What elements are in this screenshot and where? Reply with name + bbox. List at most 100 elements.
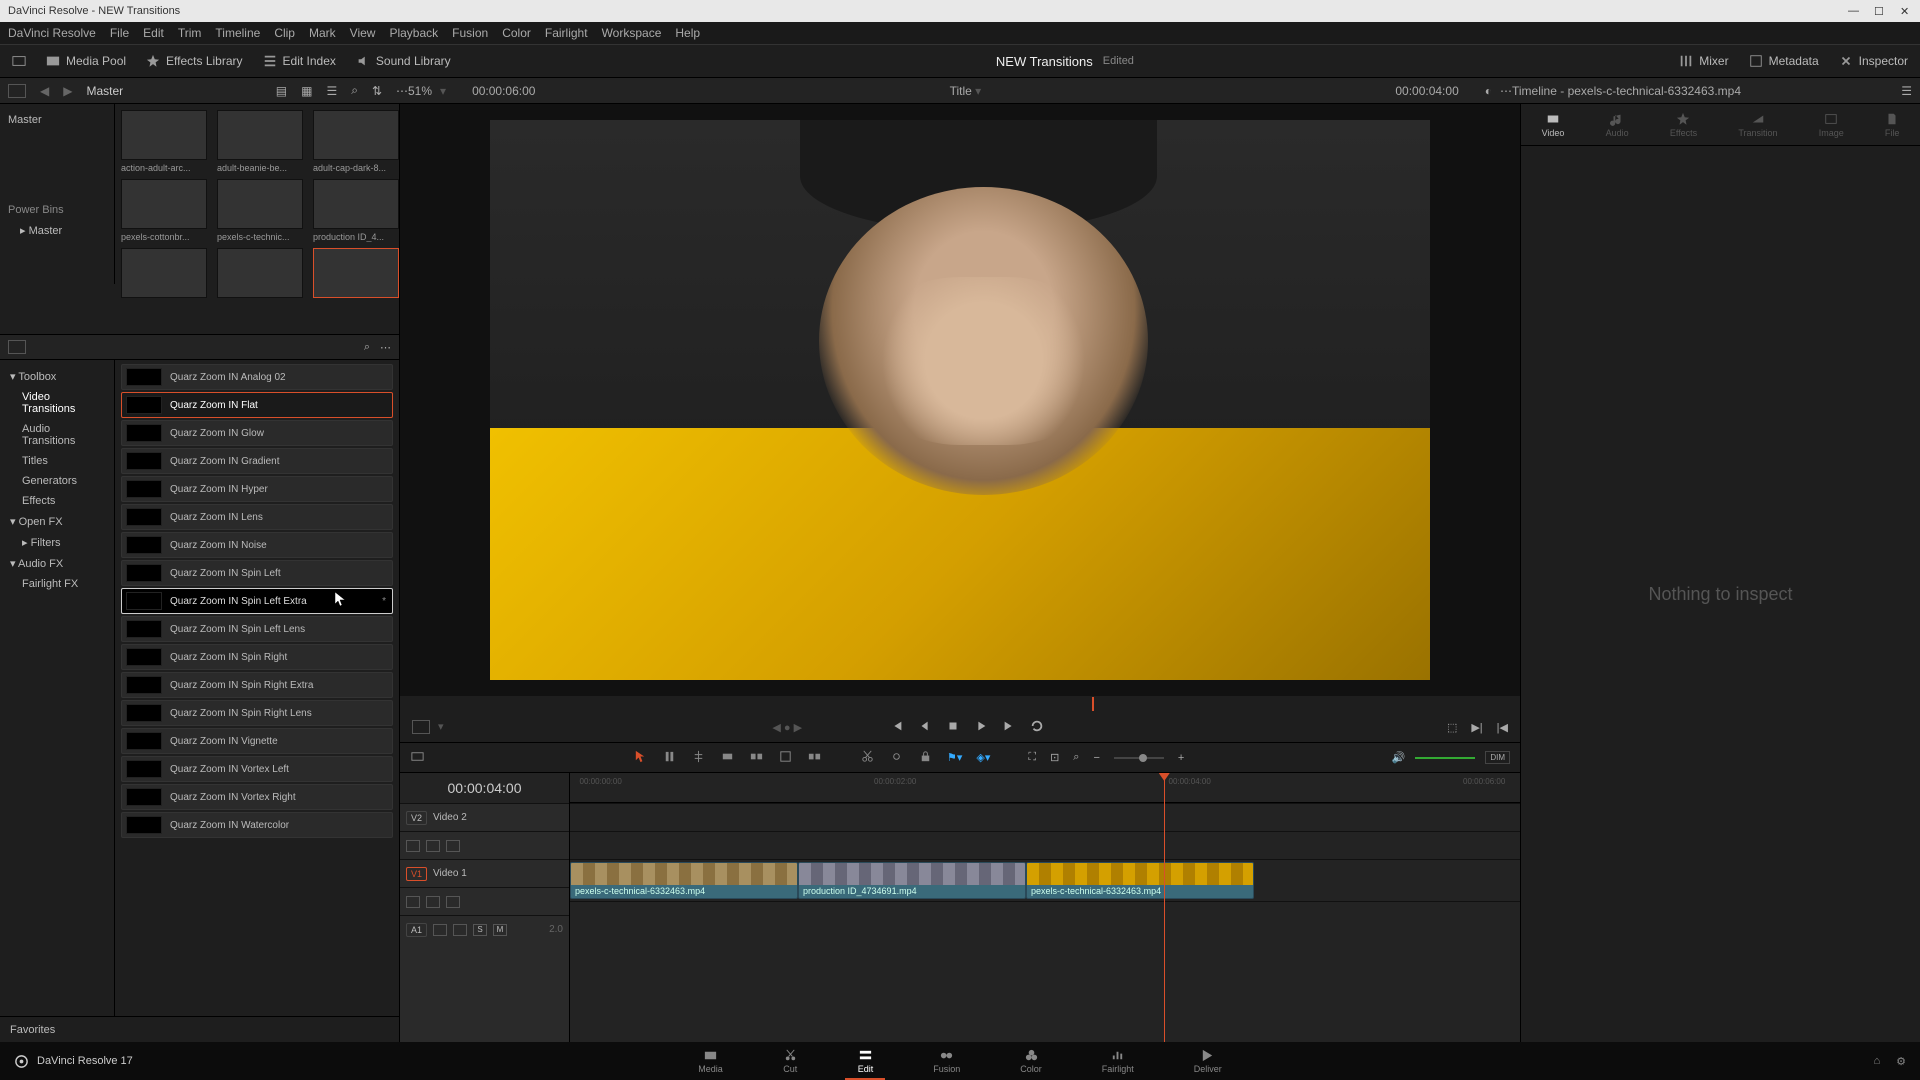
metadata-button[interactable]: Metadata [1749,54,1819,68]
timeline-name[interactable]: Timeline - pexels-c-technical-6332463.mp… [1512,84,1741,98]
insert-tool[interactable] [720,749,735,767]
window-close-icon[interactable]: ✕ [1900,5,1912,17]
transition-item[interactable]: Quarz Zoom IN Spin Right Extra [121,672,393,698]
bin-master[interactable]: Master [8,110,106,130]
bypass-icon[interactable]: ◐ [1485,84,1492,98]
clip-thumbnail[interactable] [121,248,207,298]
viewer-scrubber[interactable] [412,700,1508,708]
effects-panel-menu[interactable] [8,340,26,354]
mixer-button[interactable]: Mixer [1679,54,1728,68]
transition-item[interactable]: Quarz Zoom IN Vortex Right [121,784,393,810]
toolbox-video-transitions[interactable]: Video Transitions [0,387,114,419]
menu-item[interactable]: View [350,26,376,40]
go-out-icon[interactable]: |◀ [1497,721,1508,734]
viewer-title[interactable]: Title ▾ [543,84,1387,98]
transition-item[interactable]: Quarz Zoom IN Spin Left Lens [121,616,393,642]
timeline-clip[interactable]: pexels-c-technical-6332463.mp4 [570,862,798,899]
match-frame-icon[interactable]: ⬚ [1447,721,1457,734]
track-header-v1[interactable]: V1Video 1 [400,859,569,887]
transition-item[interactable]: Quarz Zoom IN Spin Right [121,644,393,670]
window-minimize-icon[interactable]: — [1848,5,1860,17]
inspector-button[interactable]: Inspector [1839,54,1908,68]
timeline-view-button[interactable] [410,749,425,767]
inspector-tab-image[interactable]: Image [1819,112,1844,138]
menu-icon[interactable]: ⋯ [396,84,408,98]
clip-thumbnail[interactable]: pexels-cottonbr... [121,179,207,242]
trim-tool[interactable] [662,749,677,767]
loop-button[interactable] [1030,719,1044,736]
media-pool-button[interactable]: Media Pool [46,54,126,68]
bin-master-sub[interactable]: ▸ Master [8,220,106,241]
transition-item[interactable]: Quarz Zoom IN Watercolor [121,812,393,838]
sound-library-button[interactable]: Sound Library [356,54,451,68]
link-icon[interactable] [889,749,904,767]
clip-thumbnail[interactable] [313,248,399,298]
track-a1[interactable] [570,901,1520,929]
view-grid-icon[interactable]: ▦ [301,84,312,98]
menu-item[interactable]: File [110,26,129,40]
zoom-detail-icon[interactable]: ⊡ [1050,751,1059,764]
inspector-tab-audio[interactable]: Audio [1606,112,1629,138]
fit-tool[interactable] [807,749,822,767]
toolbox-effects[interactable]: Effects [0,491,114,511]
timeline-timecode[interactable]: 00:00:04:00 [400,773,569,803]
panel-menu-icon[interactable] [8,84,26,98]
page-fusion[interactable]: Fusion [933,1048,960,1074]
transition-item[interactable]: Quarz Zoom IN Lens [121,504,393,530]
step-back-button[interactable] [918,719,932,736]
search-icon[interactable]: ⌕ [364,341,370,354]
timeline-clip[interactable]: pexels-c-technical-6332463.mp4 [1026,862,1254,899]
zoom-slider[interactable] [1114,757,1164,759]
toolbox-generators[interactable]: Generators [0,471,114,491]
inspector-tab-transition[interactable]: Transition [1738,112,1777,138]
page-color[interactable]: Color [1020,1048,1042,1074]
track-header-v2-controls[interactable] [400,831,569,859]
transition-item[interactable]: Quarz Zoom IN Flat [121,392,393,418]
favorites-header[interactable]: Favorites [0,1016,399,1042]
page-deliver[interactable]: Deliver [1194,1048,1222,1074]
clip-thumbnail[interactable]: adult-beanie-be... [217,110,303,173]
edit-index-button[interactable]: Edit Index [263,54,336,68]
play-button[interactable] [974,719,988,736]
transition-item[interactable]: Quarz Zoom IN Hyper [121,476,393,502]
transition-item[interactable]: Quarz Zoom IN Spin Left [121,560,393,586]
power-bins-header[interactable]: Power Bins [8,200,106,220]
zoom-out-icon[interactable]: − [1093,752,1099,764]
mute-icon[interactable]: 🔊 [1392,751,1406,764]
menu-item[interactable]: Mark [309,26,336,40]
toolbox-audio-transitions[interactable]: Audio Transitions [0,419,114,451]
overwrite-tool[interactable] [749,749,764,767]
lock-icon[interactable] [918,749,933,767]
timeline-ruler[interactable]: 00:00:00:00 00:00:02:00 00:00:04:00 00:0… [570,773,1520,803]
zoom-level[interactable]: 51% [408,84,432,98]
menu-item[interactable]: Clip [274,26,295,40]
toolbox-filters[interactable]: ▸ Filters [0,532,114,553]
replace-tool[interactable] [778,749,793,767]
transition-item[interactable]: Quarz Zoom IN Vortex Left [121,756,393,782]
timeline-view-options-icon[interactable]: ☰ [1901,84,1912,98]
effects-library-button[interactable]: Effects Library [146,54,242,68]
page-media[interactable]: Media [698,1048,723,1074]
window-maximize-icon[interactable]: ☐ [1874,5,1886,17]
zoom-custom-icon[interactable]: ⌕ [1073,751,1079,764]
menu-item[interactable]: Fusion [452,26,488,40]
clip-thumbnail[interactable]: production ID_4... [313,179,399,242]
toolbox-fairlightfx[interactable]: Fairlight FX [0,574,114,594]
track-header-v1-controls[interactable] [400,887,569,915]
transition-item[interactable]: Quarz Zoom IN Gradient [121,448,393,474]
menu-icon[interactable]: ⋯ [380,341,391,354]
page-edit[interactable]: Edit [858,1048,874,1074]
menu-item[interactable]: Trim [178,26,202,40]
viewer-mode-button[interactable] [412,720,430,734]
settings-icon[interactable]: ⚙ [1896,1055,1906,1068]
menu-icon[interactable]: ⋯ [1500,84,1512,98]
menu-item[interactable]: DaVinci Resolve [8,26,96,40]
volume-slider[interactable] [1415,757,1475,759]
dim-button[interactable]: DIM [1485,751,1510,764]
clip-thumbnail[interactable] [217,248,303,298]
transition-item[interactable]: Quarz Zoom IN Noise [121,532,393,558]
transition-item[interactable]: Quarz Zoom IN Glow [121,420,393,446]
menu-item[interactable]: Help [675,26,700,40]
toolbox-titles[interactable]: Titles [0,451,114,471]
transition-item[interactable]: Quarz Zoom IN Vignette [121,728,393,754]
